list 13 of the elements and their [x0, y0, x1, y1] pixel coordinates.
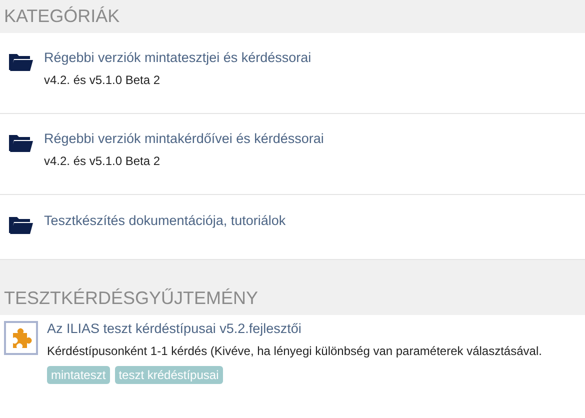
pool-description: Kérdéstípusonként 1-1 kérdés (Kivéve, ha lényegi különbség van paraméterek választásával. — [47, 344, 542, 358]
category-link[interactable]: Régebbi verziók mintatesztjei és kérdéssorai — [44, 50, 312, 65]
category-link[interactable]: Tesztkészítés dokumentációja, tutoriálok — [44, 213, 286, 228]
section-title: TESZTKÉRDÉSGYŰJTEMÉNY — [0, 260, 585, 315]
category-link[interactable]: Régebbi verziók mintakérdőívei és kérdéssorai — [44, 131, 324, 146]
puzzle-icon — [4, 321, 38, 355]
folder-icon — [8, 52, 34, 72]
category-description: v4.2. és v5.1.0 Beta 2 — [44, 73, 162, 87]
category-description: v4.2. és v5.1.0 Beta 2 — [44, 154, 162, 168]
pool-link[interactable]: Az ILIAS teszt kérdéstípusai v5.2.fejlesztői — [47, 321, 542, 336]
section-title: KATEGÓRIÁK — [0, 0, 585, 33]
folder-icon — [8, 215, 34, 235]
folder-icon — [8, 133, 34, 153]
